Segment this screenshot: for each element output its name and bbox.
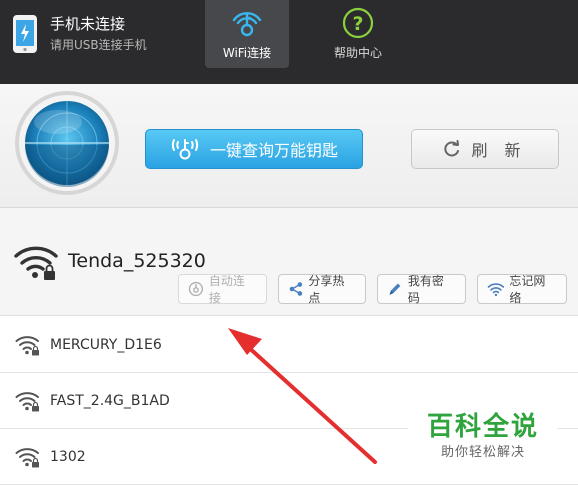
one-click-query-button[interactable]: 一键查询万能钥匙 — [145, 129, 363, 169]
wifi-key-icon — [232, 12, 262, 37]
current-network: Tenda_525320 自动连接 分享热点 我有密码 忘记网络 — [0, 208, 578, 316]
network-name: FAST_2.4G_B1AD — [50, 392, 170, 409]
radar-icon — [15, 91, 119, 195]
pencil-icon — [389, 283, 401, 295]
watermark-title: 百科全说 — [426, 412, 539, 442]
forget-network-label: 忘记网络 — [509, 274, 546, 305]
wifi-key-icon — [188, 281, 204, 297]
top-bar: 手机未连接 请用USB连接手机 WiFi连接 ? 帮助中心 — [0, 0, 578, 84]
question-icon: ? — [342, 7, 374, 39]
tab-help-center[interactable]: ? 帮助中心 — [316, 0, 400, 68]
watermark-logo: 百科全说 助你轻松解决 — [408, 410, 558, 472]
have-password-button[interactable]: 我有密码 — [377, 274, 466, 305]
one-click-query-label: 一键查询万能钥匙 — [209, 141, 338, 160]
wifi-locked-icon — [15, 335, 39, 355]
network-name: 1302 — [50, 448, 86, 465]
network-actions: 自动连接 分享热点 我有密码 忘记网络 — [178, 274, 578, 305]
phone-status: 手机未连接 请用USB连接手机 — [12, 14, 147, 54]
phone-status-title: 手机未连接 — [50, 15, 126, 33]
current-ssid: Tenda_525320 — [68, 250, 206, 272]
auto-connect-button[interactable]: 自动连接 — [178, 274, 267, 305]
network-row[interactable]: MERCURY_D1E6 — [0, 317, 578, 373]
refresh-icon — [444, 140, 460, 157]
phone-icon — [13, 15, 37, 53]
wifi-locked-icon — [15, 391, 39, 411]
wifi-locked-icon — [15, 447, 39, 467]
tab-wifi-connect[interactable]: WiFi连接 — [205, 0, 289, 68]
auto-connect-label: 自动连接 — [208, 274, 245, 305]
wifi-locked-icon — [14, 246, 58, 280]
share-hotspot-button[interactable]: 分享热点 — [277, 274, 366, 305]
refresh-button[interactable]: 刷 新 — [411, 129, 559, 169]
watermark-subtitle: 助你轻松解决 — [440, 445, 525, 460]
svg-text:?: ? — [352, 13, 363, 35]
network-name: MERCURY_D1E6 — [50, 336, 162, 353]
tab-wifi-connect-label: WiFi连接 — [222, 46, 272, 60]
wifi-icon — [487, 283, 504, 297]
share-hotspot-label: 分享热点 — [308, 274, 345, 305]
forget-network-button[interactable]: 忘记网络 — [476, 274, 567, 305]
have-password-label: 我有密码 — [407, 274, 444, 305]
share-icon — [289, 282, 302, 296]
wifi-key-icon — [171, 139, 199, 160]
phone-status-subtitle: 请用USB连接手机 — [50, 38, 147, 52]
refresh-label: 刷 新 — [471, 141, 527, 160]
tab-help-center-label: 帮助中心 — [333, 46, 382, 60]
action-area: 一键查询万能钥匙 刷 新 — [0, 84, 578, 208]
